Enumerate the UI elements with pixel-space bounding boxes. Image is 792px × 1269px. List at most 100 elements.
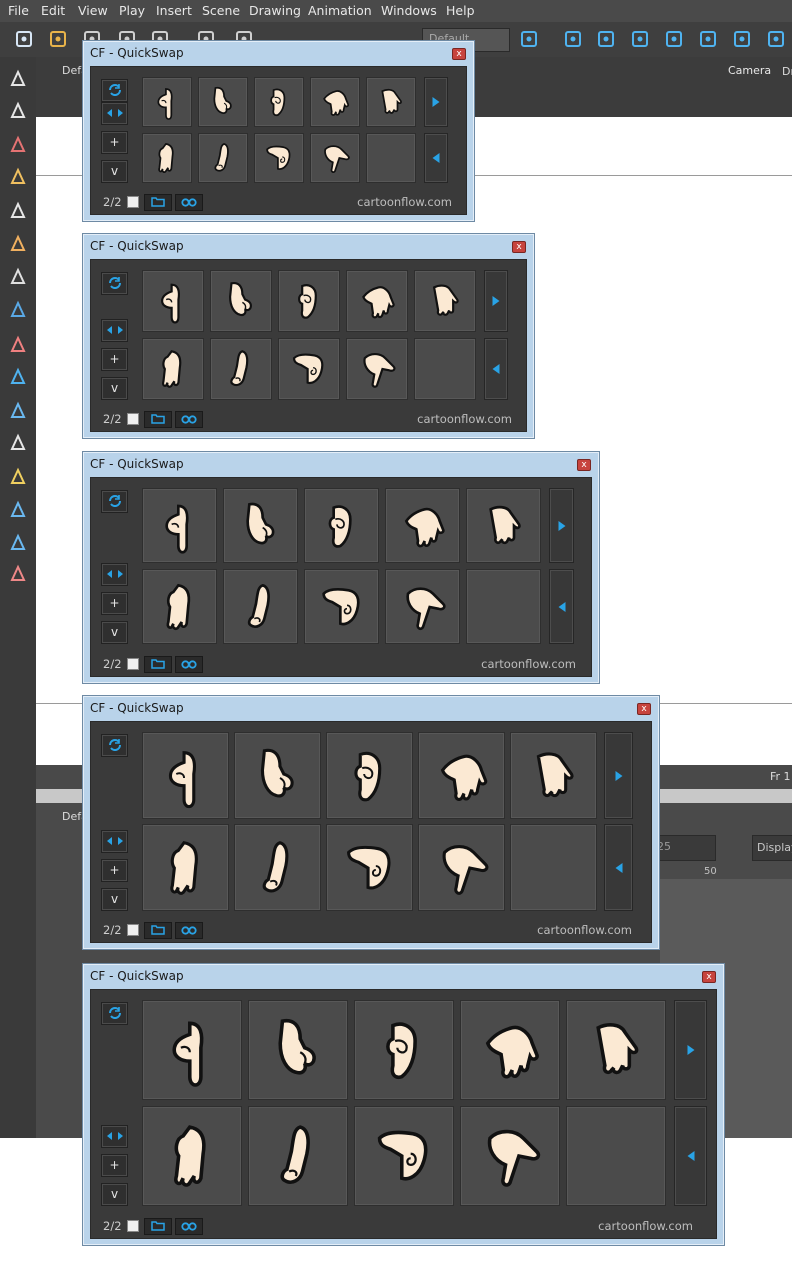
- drawing-slot-side-hand[interactable]: [234, 824, 321, 911]
- drawing-slot-open-hand-relaxed[interactable]: [366, 77, 416, 127]
- binoculars-button[interactable]: [175, 1218, 203, 1235]
- drawing-slot-curled-point[interactable]: [254, 133, 304, 183]
- drawing-slot-point-down-diagonal[interactable]: [418, 824, 505, 911]
- add-button[interactable]: +: [101, 348, 128, 371]
- empty-slot[interactable]: [510, 824, 597, 911]
- pivot-tool-icon[interactable]: [6, 365, 30, 389]
- swap-arrows-button[interactable]: [101, 563, 128, 586]
- transform-box-icon[interactable]: [6, 498, 30, 522]
- drawing-slot-curled-point[interactable]: [304, 569, 379, 644]
- text-icon[interactable]: [6, 199, 30, 223]
- down-button[interactable]: v: [101, 621, 128, 644]
- drawing-slot-curled-fingers[interactable]: [223, 488, 298, 563]
- bone-icon[interactable]: [764, 27, 788, 51]
- hand-tool-icon[interactable]: [6, 431, 30, 455]
- refresh-button[interactable]: [101, 734, 128, 757]
- drawing-slot-point-down-diagonal[interactable]: [460, 1106, 560, 1206]
- previous-page-button[interactable]: [424, 133, 448, 183]
- drawing-slot-open-hand-relaxed[interactable]: [466, 488, 541, 563]
- refresh-button[interactable]: [101, 79, 128, 102]
- drawing-slot-curled-fingers[interactable]: [210, 270, 272, 332]
- brush-icon[interactable]: [6, 133, 30, 157]
- drawing-slot-open-hand-spread[interactable]: [460, 1000, 560, 1100]
- workspace-icon[interactable]: [517, 27, 541, 51]
- empty-slot[interactable]: [414, 338, 476, 400]
- binoculars-button[interactable]: [175, 656, 203, 673]
- quickswap-panel[interactable]: CF - QuickSwap x + v 2/2 cartoonflow.com: [82, 233, 535, 439]
- menu-play[interactable]: Play: [119, 3, 145, 18]
- sphere-icon[interactable]: [6, 399, 30, 423]
- next-page-button[interactable]: [674, 1000, 707, 1100]
- drawing-slot-curled-point[interactable]: [278, 338, 340, 400]
- menu-windows[interactable]: Windows: [381, 3, 437, 18]
- add-button[interactable]: +: [101, 592, 128, 615]
- drawing-slot-curled-fingers[interactable]: [198, 77, 248, 127]
- binoculars-button[interactable]: [175, 922, 203, 939]
- camera-tab[interactable]: Camera: [728, 64, 771, 77]
- previous-page-button[interactable]: [674, 1106, 707, 1206]
- add-button[interactable]: +: [101, 131, 128, 154]
- drawing-slot-fist-knuckle[interactable]: [304, 488, 379, 563]
- binoculars-button[interactable]: [175, 194, 203, 211]
- drawing-tab[interactable]: Dr: [782, 65, 792, 78]
- rotate-icon[interactable]: [730, 27, 754, 51]
- pen-icon[interactable]: [6, 531, 30, 555]
- drawing-slot-curled-fingers[interactable]: [248, 1000, 348, 1100]
- option-checkbox[interactable]: [127, 413, 139, 425]
- drawing-slot-side-hand[interactable]: [223, 569, 298, 644]
- down-button[interactable]: v: [101, 888, 128, 911]
- menu-edit[interactable]: Edit: [41, 3, 65, 18]
- folder-button[interactable]: [144, 1218, 172, 1235]
- drawing-slot-fist-knuckle[interactable]: [326, 732, 413, 819]
- drawing-slot-open-hand-relaxed[interactable]: [414, 270, 476, 332]
- pencil-icon[interactable]: [6, 165, 30, 189]
- line-icon[interactable]: [6, 298, 30, 322]
- add-button[interactable]: +: [101, 859, 128, 882]
- menu-view[interactable]: View: [78, 3, 108, 18]
- drawing-slot-point-down[interactable]: [142, 1000, 242, 1100]
- option-checkbox[interactable]: [127, 196, 139, 208]
- layer-icon[interactable]: [696, 27, 720, 51]
- empty-slot[interactable]: [466, 569, 541, 644]
- menu-scene[interactable]: Scene: [202, 3, 240, 18]
- menu-animation[interactable]: Animation: [308, 3, 372, 18]
- previous-page-button[interactable]: [484, 338, 508, 400]
- option-checkbox[interactable]: [127, 924, 139, 936]
- drawing-slot-point-down-diagonal[interactable]: [385, 569, 460, 644]
- close-button[interactable]: x: [512, 241, 526, 253]
- transform-icon[interactable]: [561, 27, 585, 51]
- add-button[interactable]: +: [101, 1154, 128, 1177]
- binoculars-button[interactable]: [175, 411, 203, 428]
- drawing-slot-open-hand-spread[interactable]: [310, 77, 360, 127]
- down-button[interactable]: v: [101, 1183, 128, 1206]
- refresh-button[interactable]: [101, 272, 128, 295]
- open-folder-icon[interactable]: [46, 27, 70, 51]
- drawing-slot-flat-hand-down[interactable]: [142, 1106, 242, 1206]
- cutter-icon[interactable]: [6, 562, 30, 586]
- drawing-slot-open-hand-spread[interactable]: [385, 488, 460, 563]
- close-button[interactable]: x: [702, 971, 716, 983]
- drawing-slot-point-down[interactable]: [142, 488, 217, 563]
- option-checkbox[interactable]: [127, 1220, 139, 1232]
- eraser-icon[interactable]: [6, 232, 30, 256]
- previous-page-button[interactable]: [604, 824, 633, 911]
- drawing-slot-curled-point[interactable]: [326, 824, 413, 911]
- option-checkbox[interactable]: [127, 658, 139, 670]
- new-scene-icon[interactable]: [12, 27, 36, 51]
- drawing-slot-side-hand[interactable]: [198, 133, 248, 183]
- drawing-slot-side-hand[interactable]: [210, 338, 272, 400]
- drawing-slot-fist-knuckle[interactable]: [254, 77, 304, 127]
- menu-drawing[interactable]: Drawing: [249, 3, 301, 18]
- drawing-slot-flat-hand-down[interactable]: [142, 824, 229, 911]
- folder-button[interactable]: [144, 411, 172, 428]
- folder-button[interactable]: [144, 656, 172, 673]
- folder-button[interactable]: [144, 194, 172, 211]
- skew-icon[interactable]: [662, 27, 686, 51]
- menu-insert[interactable]: Insert: [156, 3, 192, 18]
- swap-arrows-button[interactable]: [101, 102, 128, 125]
- display-dropdown[interactable]: Display: [752, 835, 792, 861]
- swap-arrows-button[interactable]: [101, 830, 128, 853]
- paint-icon[interactable]: [6, 265, 30, 289]
- drawing-slot-point-down[interactable]: [142, 732, 229, 819]
- pivot-icon[interactable]: [594, 27, 618, 51]
